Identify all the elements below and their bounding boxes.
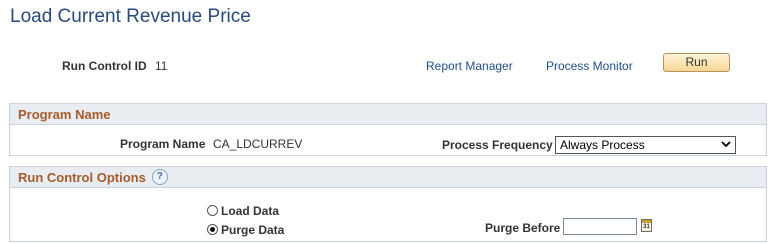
process-frequency-select[interactable]: Always Process xyxy=(555,136,736,154)
report-manager-link[interactable]: Report Manager xyxy=(426,59,513,73)
radio-purge-data[interactable]: Purge Data xyxy=(207,222,284,237)
process-frequency-selected: Always Process xyxy=(560,138,645,152)
radio-load-data-label: Load Data xyxy=(221,203,280,218)
run-control-id-label: Run Control ID xyxy=(62,59,147,73)
section-title-run-control-options: Run Control Options xyxy=(18,169,146,185)
radio-purge-data-label: Purge Data xyxy=(221,222,285,237)
help-icon[interactable]: ? xyxy=(151,169,168,185)
chevron-down-icon xyxy=(721,141,731,148)
page-title: Load Current Revenue Price xyxy=(10,6,251,27)
radio-load-data[interactable]: Load Data xyxy=(207,203,279,218)
program-name-section-header: Program Name xyxy=(10,104,766,125)
purge-before-date-input[interactable] xyxy=(563,218,637,235)
program-name-value: CA_LDCURREV xyxy=(213,137,303,151)
run-control-id-value: 11 xyxy=(155,59,168,73)
radio-load-data-button[interactable] xyxy=(207,205,218,217)
run-button[interactable]: Run xyxy=(663,53,730,72)
program-name-label: Program Name xyxy=(120,137,206,151)
run-control-options-section-header: Run Control Options ? xyxy=(10,167,766,188)
run-control-options-section: Run Control Options ? xyxy=(9,166,767,242)
section-title-program-name: Program Name xyxy=(18,106,111,122)
process-frequency-label: Process Frequency xyxy=(442,138,553,152)
radio-purge-data-button[interactable] xyxy=(207,224,218,236)
purge-before-label: Purge Before xyxy=(485,221,561,235)
process-monitor-link[interactable]: Process Monitor xyxy=(546,59,633,73)
calendar-icon[interactable]: 31 xyxy=(641,219,652,232)
